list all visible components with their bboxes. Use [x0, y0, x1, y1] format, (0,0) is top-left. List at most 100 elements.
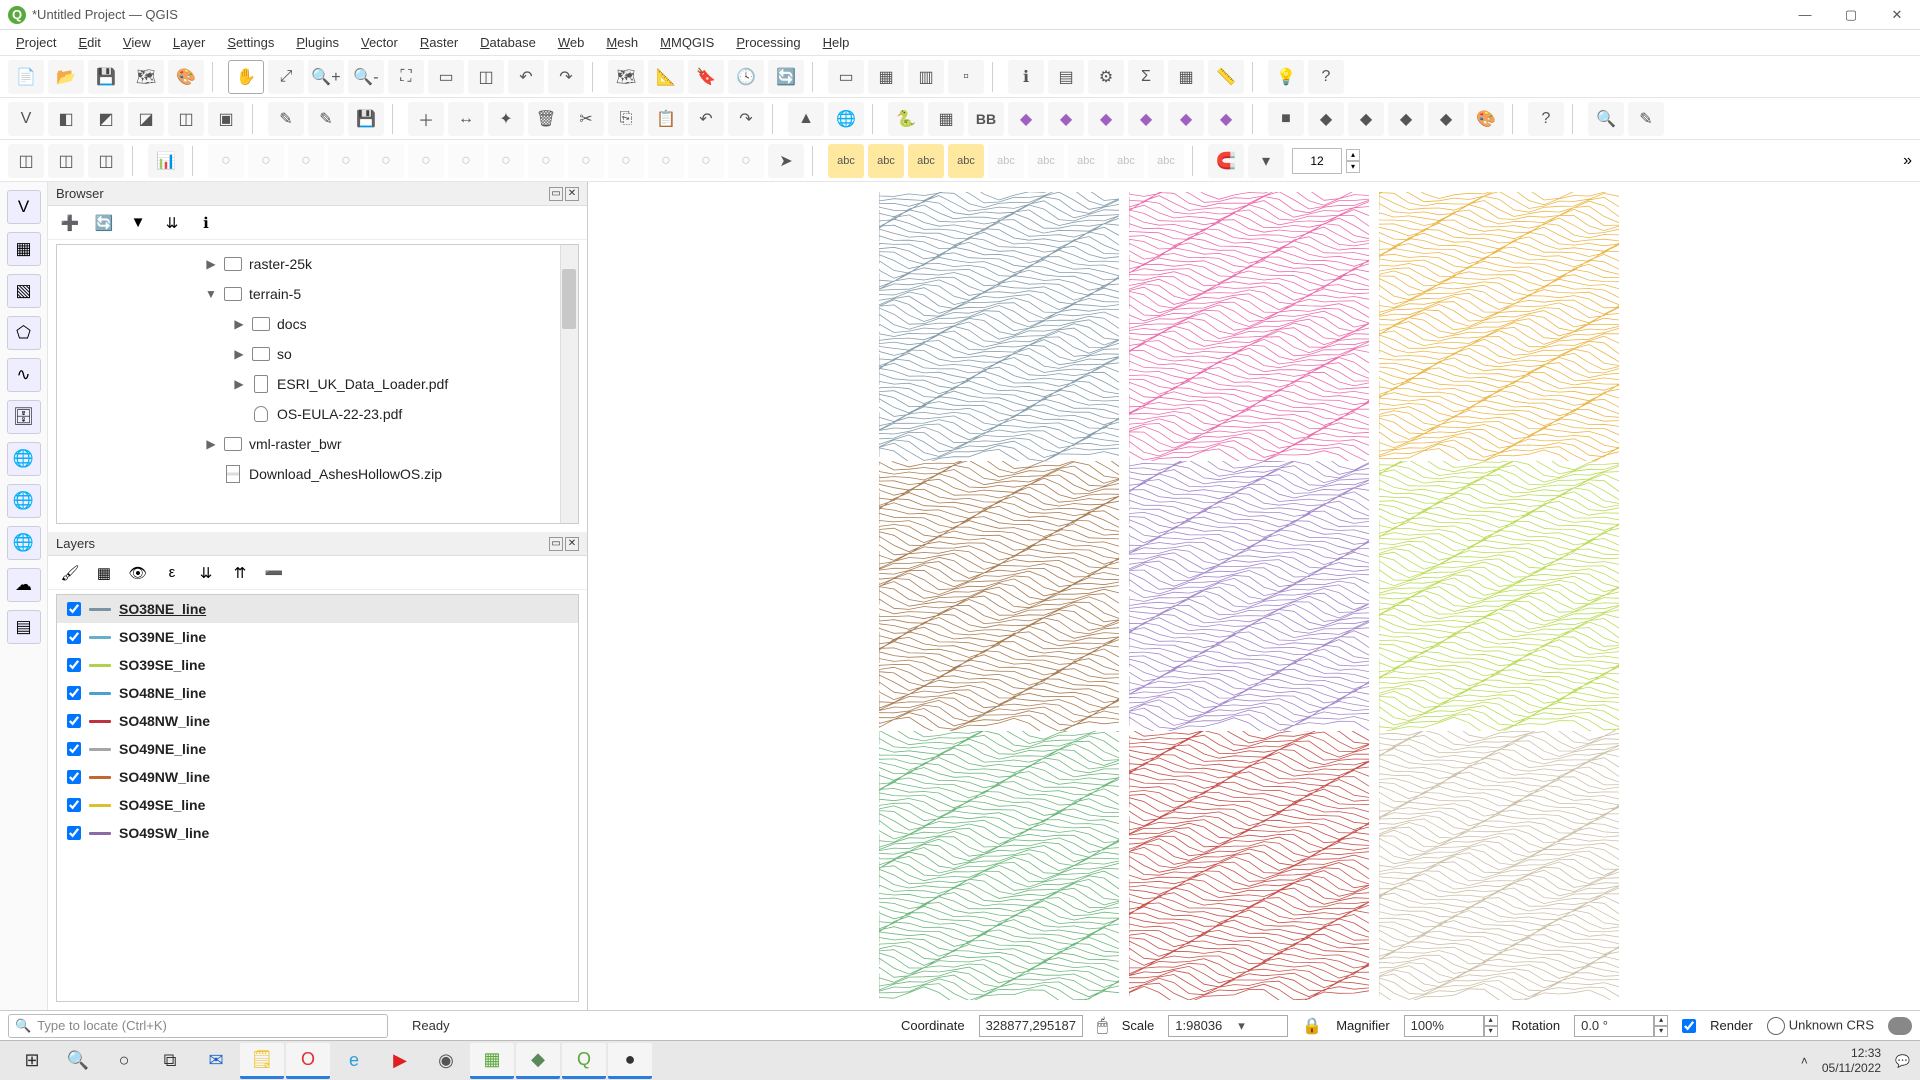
snapopts-button[interactable]: ▾: [1248, 144, 1284, 178]
edit-osm-button[interactable]: ✎: [1628, 102, 1664, 136]
menu-view[interactable]: View: [113, 33, 161, 52]
open-attr-table-button[interactable]: ▤: [1048, 60, 1084, 94]
layer-visibility-checkbox[interactable]: [67, 602, 81, 616]
d12-button[interactable]: ○: [648, 144, 684, 178]
menu-layer[interactable]: Layer: [163, 33, 216, 52]
layer-visibility-checkbox[interactable]: [67, 630, 81, 644]
field-calc-button[interactable]: ⚙: [1088, 60, 1124, 94]
menu-mesh[interactable]: Mesh: [596, 33, 648, 52]
layers-add-group-button[interactable]: ▦: [90, 560, 118, 586]
menu-edit[interactable]: Edit: [68, 33, 110, 52]
zoom-selection-button[interactable]: ▭: [428, 60, 464, 94]
taskbar-cortana[interactable]: ○: [102, 1043, 146, 1079]
taskbar-clock[interactable]: 12:33 05/11/2022: [1822, 1046, 1881, 1075]
d3-button[interactable]: ○: [288, 144, 324, 178]
browser-info-button[interactable]: ℹ: [192, 210, 220, 236]
new-bookmark-button[interactable]: 🔖: [688, 60, 724, 94]
taskbar-youtube[interactable]: ▶: [378, 1043, 422, 1079]
label3-button[interactable]: abc: [908, 144, 944, 178]
layer-vec-button[interactable]: ▧: [7, 274, 41, 308]
menu-web[interactable]: Web: [548, 33, 595, 52]
taskbar-start[interactable]: ⊞: [10, 1043, 54, 1079]
bb-button[interactable]: BB: [968, 102, 1004, 136]
cloud-button[interactable]: ☁: [7, 568, 41, 602]
menu-settings[interactable]: Settings: [217, 33, 284, 52]
green2-button[interactable]: ◆: [1388, 102, 1424, 136]
d13-button[interactable]: ○: [688, 144, 724, 178]
zoom-last-button[interactable]: ↶: [508, 60, 544, 94]
copy-button[interactable]: ⎘: [608, 102, 644, 136]
render-checkbox[interactable]: [1682, 1019, 1696, 1033]
pan-to-selection-button[interactable]: ⤢: [268, 60, 304, 94]
menu-raster[interactable]: Raster: [410, 33, 468, 52]
d4-button[interactable]: ○: [328, 144, 364, 178]
l5-button[interactable]: abc: [988, 144, 1024, 178]
zoom-layer-button[interactable]: ◫: [468, 60, 504, 94]
lock-icon[interactable]: 🔒: [1302, 1016, 1322, 1036]
l8-button[interactable]: abc: [1108, 144, 1144, 178]
globe-button[interactable]: 🌐: [828, 102, 864, 136]
taskbar-search[interactable]: 🔍: [56, 1043, 100, 1079]
taskbar-steam[interactable]: ◉: [424, 1043, 468, 1079]
triangle-button[interactable]: ▲: [788, 102, 824, 136]
taskbar-outlook[interactable]: ✉: [194, 1043, 238, 1079]
magnifier-value[interactable]: 100% ▴▾: [1404, 1015, 1498, 1037]
paste-button[interactable]: 📋: [648, 102, 684, 136]
identify-button[interactable]: ℹ: [1008, 60, 1044, 94]
layer-visibility-checkbox[interactable]: [67, 658, 81, 672]
layer-item[interactable]: SO38NE_line: [57, 595, 578, 623]
style-manager-button[interactable]: 🎨: [168, 60, 204, 94]
refresh-button[interactable]: 🔄: [768, 60, 804, 94]
tree-item[interactable]: ▶ESRI_UK_Data_Loader.pdf: [57, 369, 578, 399]
browser-add-button[interactable]: ➕: [56, 210, 84, 236]
wms-button[interactable]: 🌐: [7, 484, 41, 518]
label4-button[interactable]: abc: [948, 144, 984, 178]
black-button[interactable]: ■: [1268, 102, 1304, 136]
temporal-button[interactable]: 🕓: [728, 60, 764, 94]
browser-tree[interactable]: ▶raster-25k▼terrain-5▶docs▶so▶ESRI_UK_Da…: [56, 244, 579, 524]
browser-refresh-button[interactable]: 🔄: [90, 210, 118, 236]
curve-button[interactable]: ∿: [7, 358, 41, 392]
new-map-view-button[interactable]: 🗺: [608, 60, 644, 94]
zoom-in-button[interactable]: 🔍+: [308, 60, 344, 94]
browser-close-button[interactable]: ✕: [565, 187, 579, 201]
layers-expr-button[interactable]: ε: [158, 560, 186, 586]
layers-style-button[interactable]: 🖌: [56, 560, 84, 586]
layers-collapse-button[interactable]: ⇈: [226, 560, 254, 586]
taskbar-libre[interactable]: ▦: [470, 1043, 514, 1079]
browser-collapse-button[interactable]: ⇊: [158, 210, 186, 236]
taskbar-obs[interactable]: ●: [608, 1043, 652, 1079]
layers-expand-button[interactable]: ⇊: [192, 560, 220, 586]
tree-item[interactable]: OS-EULA-22-23.pdf: [57, 399, 578, 429]
menu-plugins[interactable]: Plugins: [286, 33, 349, 52]
help2-button[interactable]: ?: [1528, 102, 1564, 136]
node-tool-button[interactable]: ✦: [488, 102, 524, 136]
d11-button[interactable]: ○: [608, 144, 644, 178]
d10-button[interactable]: ○: [568, 144, 604, 178]
edit-line-button[interactable]: V: [7, 190, 41, 224]
tips-button[interactable]: 💡: [1268, 60, 1304, 94]
green3-button[interactable]: ◆: [1428, 102, 1464, 136]
chart-button[interactable]: 📊: [148, 144, 184, 178]
new-vector-button[interactable]: V: [8, 102, 44, 136]
help-button[interactable]: ?: [1308, 60, 1344, 94]
globe-button[interactable]: 🌐: [7, 442, 41, 476]
wfs-button[interactable]: 🌐: [7, 526, 41, 560]
locator-search[interactable]: 🔍 Type to locate (Ctrl+K): [8, 1014, 388, 1038]
layer-item[interactable]: SO49SW_line: [57, 819, 578, 847]
maximize-button[interactable]: ▢: [1828, 0, 1874, 30]
menu-vector[interactable]: Vector: [351, 33, 408, 52]
menu-mmqgis[interactable]: MMQGIS: [650, 33, 724, 52]
tray-up-icon[interactable]: ˄: [1801, 1054, 1808, 1068]
layout-manager-button[interactable]: 🗺: [128, 60, 164, 94]
redo-button[interactable]: ↷: [728, 102, 764, 136]
table2-button[interactable]: ▤: [7, 610, 41, 644]
measure-button[interactable]: 📏: [1208, 60, 1244, 94]
green1-button[interactable]: ◆: [1348, 102, 1384, 136]
new-3d-view-button[interactable]: 📐: [648, 60, 684, 94]
menu-database[interactable]: Database: [470, 33, 546, 52]
taskbar-sticky[interactable]: 🗒: [240, 1043, 284, 1079]
new-project-button[interactable]: 📄: [8, 60, 44, 94]
palette-button[interactable]: 🎨: [1468, 102, 1504, 136]
layer-visibility-checkbox[interactable]: [67, 770, 81, 784]
